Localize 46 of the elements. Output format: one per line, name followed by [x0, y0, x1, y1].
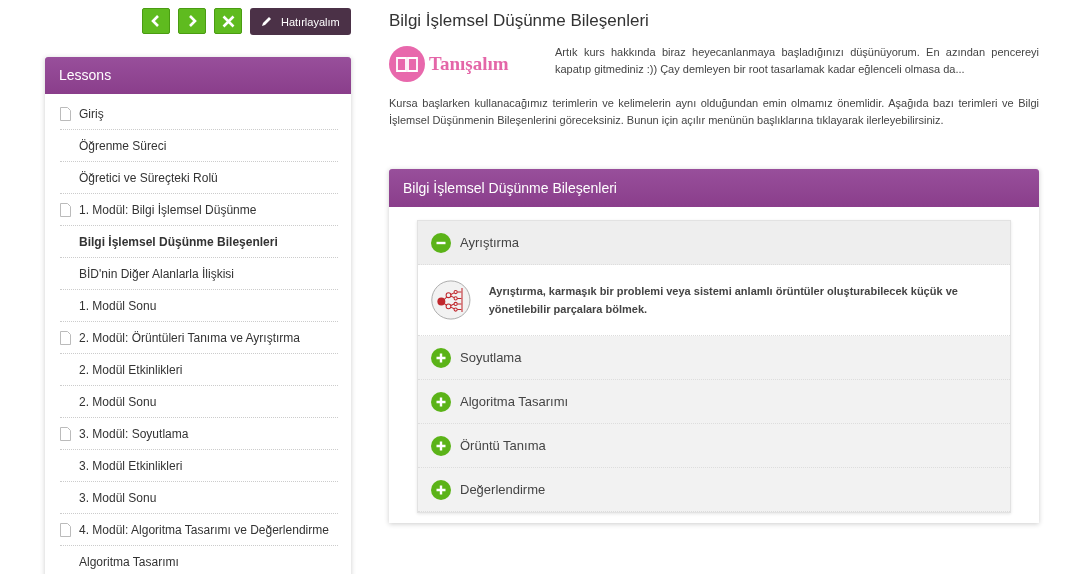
lesson-link[interactable]: BİD'nin Diğer Alanlarla İlişkisi: [79, 266, 234, 281]
section-text: Ayrıştırma, karmaşık bir problemi veya sistemi anlamlı örüntüler oluşturabilecek küçük ve yönetilebilir parçalara bölmek.: [488, 284, 959, 317]
page-icon: [60, 106, 71, 121]
logo-text: Tanışalım: [429, 53, 509, 75]
accordion-header[interactable]: Değerlendirme: [418, 468, 1010, 512]
plus-icon: [431, 347, 451, 368]
lesson-link[interactable]: 3. Modül Etkinlikleri: [79, 458, 183, 473]
note-button[interactable]: Hatırlayalım: [250, 8, 351, 35]
next-button[interactable]: [178, 8, 206, 34]
chevron-left-icon: [151, 14, 161, 28]
lesson-link[interactable]: 3. Modül: Soyutlama: [79, 426, 189, 441]
plus-icon: [431, 435, 451, 456]
minus-icon: [431, 232, 451, 253]
page-icon: [60, 330, 71, 345]
pencil-icon: [260, 15, 273, 28]
lesson-link[interactable]: 2. Modül: Örüntüleri Tanıma ve Ayrıştırma: [79, 330, 300, 345]
intro-text: Artık kurs hakkında biraz heyecanlanmaya başladığınızı düşünüyorum. En azından pencereyi kapatıp gitmediniz :)) Çay demleyen bir root tasarlamak kadar eğlenceli olmasa da...: [555, 45, 1039, 77]
accordion-header[interactable]: Örüntü Tanıma: [418, 424, 1010, 468]
lesson-link[interactable]: Giriş: [79, 106, 104, 121]
chevron-right-icon: [187, 14, 197, 28]
lesson-link[interactable]: 1. Modül: Bilgi İşlemsel Düşünme: [79, 202, 257, 217]
lesson-link[interactable]: 1. Modül Sonu: [79, 298, 157, 313]
lesson-link[interactable]: 2. Modül Sonu: [79, 394, 157, 409]
lesson-link[interactable]: 2. Modül Etkinlikleri: [79, 362, 183, 377]
plus-icon: [431, 479, 451, 500]
page-icon: [60, 522, 71, 537]
page-icon: [60, 426, 71, 441]
page-icon: [60, 202, 71, 217]
plus-icon: [431, 391, 451, 412]
panel-header: Bilgi İşlemsel Düşünme Bileşenleri: [389, 169, 1039, 207]
lesson-link[interactable]: 3. Modül Sonu: [79, 490, 157, 505]
panel-header: Lessons: [45, 57, 351, 94]
close-icon: [221, 14, 235, 28]
book-icon: [389, 46, 425, 82]
accordion-header[interactable]: Algoritma Tasarımı: [418, 380, 1010, 424]
lesson-link[interactable]: Öğretici ve Süreçteki Rolü: [79, 170, 218, 185]
close-button[interactable]: [214, 8, 242, 34]
previous-button[interactable]: [142, 8, 170, 34]
body-text: Kursa başlarken kullanacağımız terimlerin ve kelimelerin aynı olduğundan emin olmamız önemlidir. Aşağıda bazı terimleri ve Bilgi İşlemsel Düşünmenin Bileşenlerini göreceksiniz. Bunun için açılır menünün başlıklarına tıklayarak ilerleyebilirsiniz.: [389, 96, 1039, 128]
lesson-link[interactable]: 4. Modül: Algoritma Tasarımı ve Değerlendirme: [79, 522, 329, 537]
lesson-link[interactable]: Algoritma Tasarımı: [79, 554, 179, 569]
lesson-link[interactable]: Öğrenme Süreci: [79, 138, 167, 153]
lesson-link[interactable]: Bilgi İşlemsel Düşünme Bileşenleri: [79, 234, 278, 249]
accordion-header[interactable]: Ayrıştırma: [418, 221, 1010, 265]
page-title: Bilgi İşlemsel Düşünme Bileşenleri: [389, 11, 650, 31]
accordion-header[interactable]: Soyutlama: [418, 336, 1010, 380]
